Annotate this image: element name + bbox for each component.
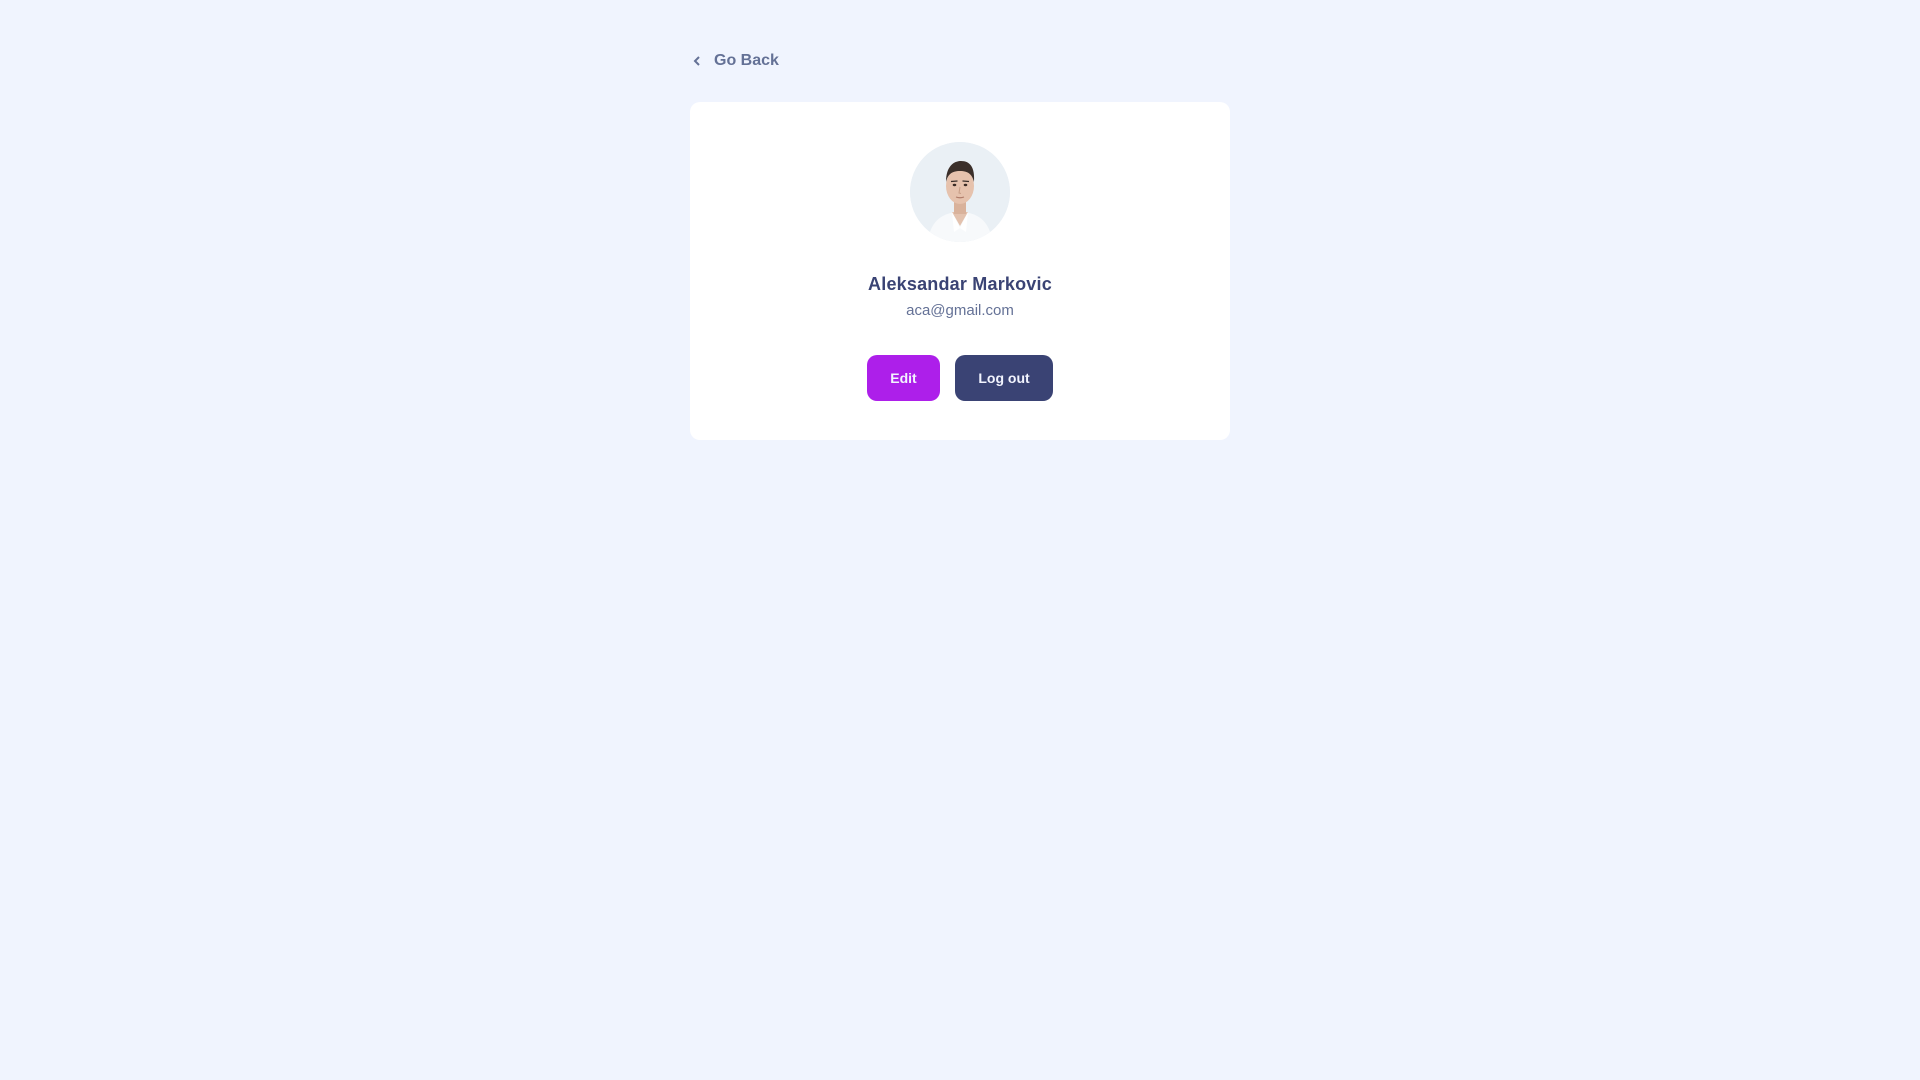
go-back-link[interactable]: Go Back [690,50,779,72]
chevron-left-icon [690,54,704,68]
profile-email: aca@gmail.com [906,302,1014,319]
logout-button[interactable]: Log out [955,355,1053,401]
profile-name: Aleksandar Markovic [868,274,1052,294]
profile-card: Aleksandar Markovic aca@gmail.com Edit L… [690,102,1230,440]
edit-button[interactable]: Edit [867,355,940,401]
go-back-label: Go Back [714,52,779,69]
avatar [910,142,1010,242]
